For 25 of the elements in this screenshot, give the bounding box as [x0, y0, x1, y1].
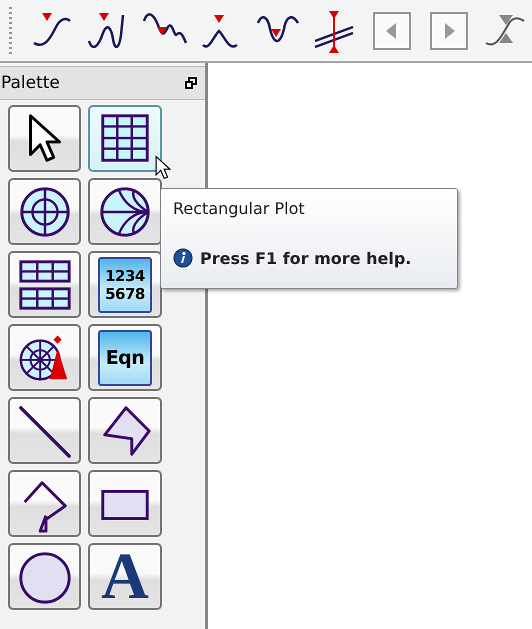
palette-title: Palette	[1, 73, 60, 93]
tooltip-title: Rectangular Plot	[173, 199, 306, 218]
palette-tool[interactable]: Eqn	[88, 324, 162, 391]
palette-tool[interactable]	[8, 105, 81, 172]
palette-tool[interactable]: A	[88, 543, 162, 610]
number-row: 1234	[105, 266, 145, 284]
palette-tool[interactable]	[8, 543, 81, 610]
palette-tool[interactable]	[8, 397, 81, 464]
palette-tool[interactable]	[8, 178, 81, 245]
text-tool-glyph: A	[101, 546, 149, 606]
help-hint: Press F1 for more help.	[200, 248, 412, 268]
palette-tool[interactable]	[8, 470, 81, 537]
cursor-icon	[155, 155, 171, 181]
number-row: 5678	[105, 284, 145, 302]
float-icon[interactable]	[185, 77, 197, 89]
palette-tool[interactable]	[8, 324, 81, 391]
equation-label: Eqn	[106, 348, 144, 366]
palette-tool[interactable]	[88, 397, 162, 464]
palette-tool[interactable]	[88, 470, 162, 537]
palette-tool[interactable]	[88, 178, 162, 245]
toolbar-grip[interactable]	[9, 6, 12, 54]
palette-tool[interactable]	[8, 251, 81, 318]
info-icon	[173, 248, 193, 268]
palette-tool[interactable]	[88, 105, 162, 172]
palette-tool[interactable]: 1234 5678	[88, 251, 162, 318]
